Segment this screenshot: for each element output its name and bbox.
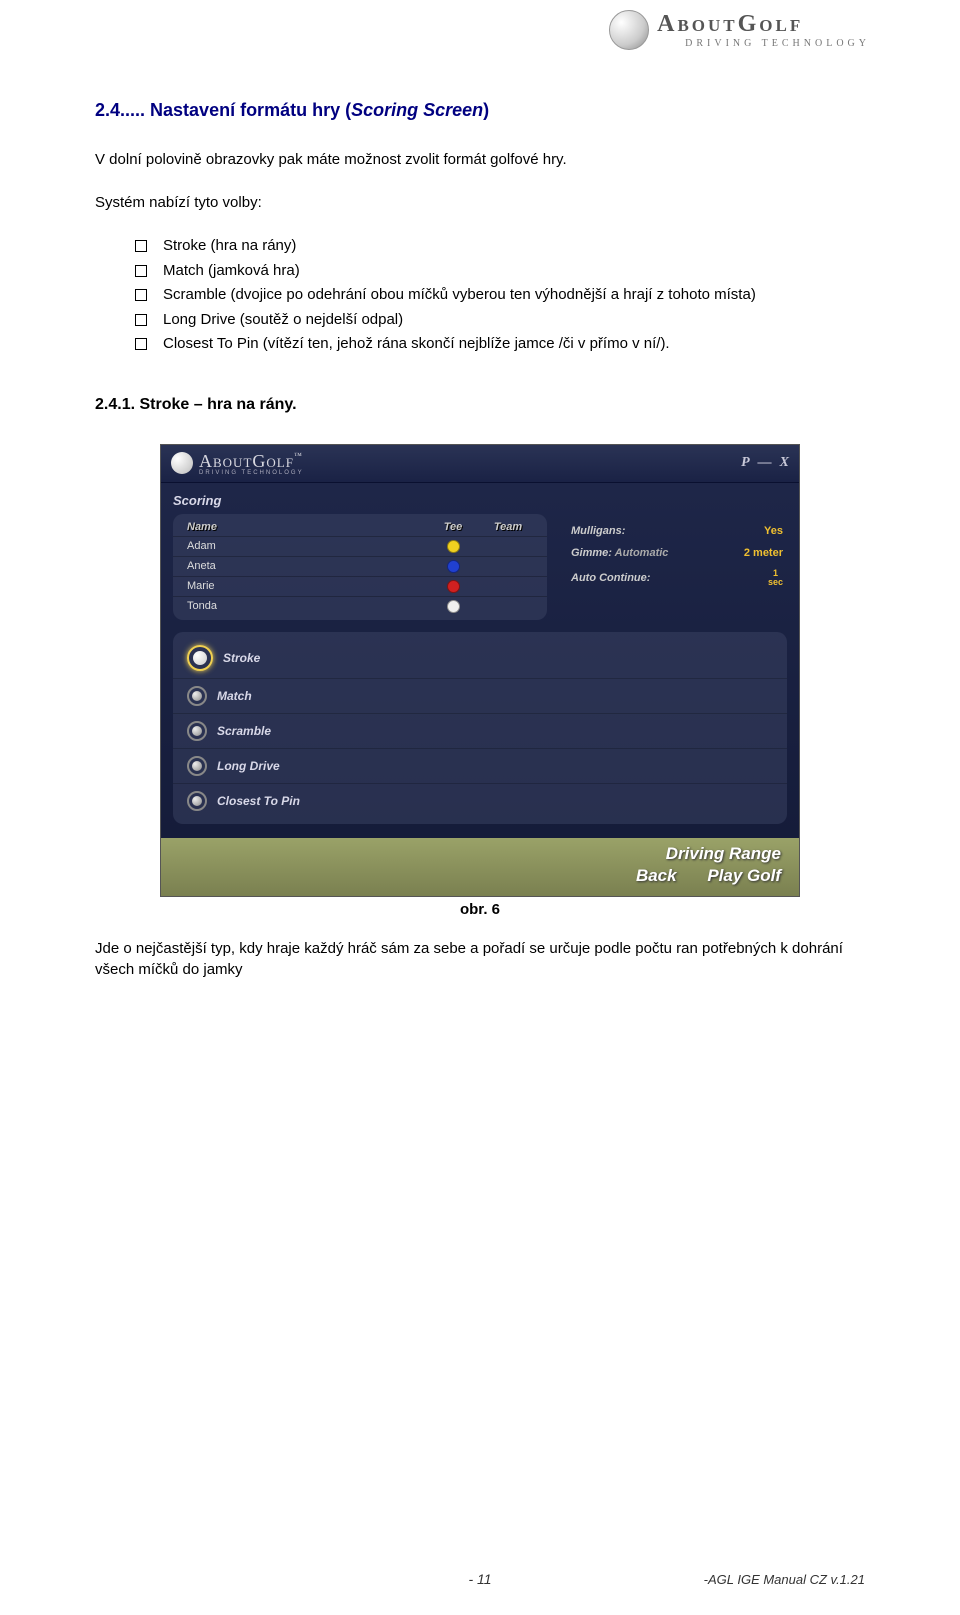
mode-long-drive[interactable]: Long Drive xyxy=(173,749,787,784)
players-panel: Name Tee Team Adam Aneta xyxy=(173,514,547,620)
setting-mulligans[interactable]: Mulligans: Yes xyxy=(567,520,787,542)
player-row[interactable]: Marie xyxy=(173,577,547,597)
close-button[interactable]: X xyxy=(780,455,789,471)
tee-color-icon xyxy=(447,580,460,593)
help-button[interactable]: P xyxy=(741,455,750,471)
radio-icon xyxy=(187,645,213,671)
radio-icon xyxy=(187,686,207,706)
play-golf-button[interactable]: Play Golf xyxy=(707,866,781,885)
game-settings-panel: Mulligans: Yes Gimme: Automatic 2 meter … xyxy=(567,514,787,620)
radio-icon xyxy=(187,756,207,776)
section-heading: 2.4..... Nastavení formátu hry (Scoring … xyxy=(95,100,865,121)
tee-color-icon xyxy=(447,560,460,573)
col-header-tee: Tee xyxy=(423,521,483,533)
radio-icon xyxy=(187,791,207,811)
mode-stroke[interactable]: Stroke xyxy=(173,638,787,679)
col-header-team: Team xyxy=(483,521,533,533)
brand-logo: AboutGolf DRIVING TECHNOLOGY xyxy=(609,10,870,50)
list-item: Match (jamková hra) xyxy=(135,260,865,283)
brand-name: AboutGolf xyxy=(657,11,870,38)
golf-ball-icon xyxy=(171,452,193,474)
setting-auto-continue[interactable]: Auto Continue: 1 sec xyxy=(567,564,787,592)
list-item: Closest To Pin (vítězí ten, jehož rána s… xyxy=(135,333,865,356)
tee-color-icon xyxy=(447,540,460,553)
list-item: Scramble (dvojice po odehrání obou míčků… xyxy=(135,284,865,307)
brand-tagline: DRIVING TECHNOLOGY xyxy=(685,38,870,49)
mode-match[interactable]: Match xyxy=(173,679,787,714)
game-modes-panel: Stroke Match Scramble Long Drive Closest… xyxy=(173,632,787,824)
setting-gimme[interactable]: Gimme: Automatic 2 meter xyxy=(567,542,787,564)
list-item: Long Drive (soutěž o nejdelší odpal) xyxy=(135,309,865,332)
list-item: Stroke (hra na rány) xyxy=(135,235,865,258)
driving-range-button[interactable]: Driving Range xyxy=(666,844,781,863)
outro-paragraph: Jde o nejčastější typ, kdy hraje každý h… xyxy=(95,938,865,980)
minimize-button[interactable]: — xyxy=(758,455,772,471)
tee-color-icon xyxy=(447,600,460,613)
mode-closest-to-pin[interactable]: Closest To Pin xyxy=(173,784,787,818)
figure-caption: obr. 6 xyxy=(95,901,865,918)
list-intro: Systém nabízí tyto volby: xyxy=(95,192,865,213)
app-titlebar: AboutGolf™ DRIVING TECHNOLOGY P — X xyxy=(161,445,799,483)
player-row[interactable]: Adam xyxy=(173,537,547,557)
col-header-name: Name xyxy=(187,521,423,533)
golf-ball-icon xyxy=(609,10,649,50)
player-row[interactable]: Tonda xyxy=(173,597,547,616)
radio-icon xyxy=(187,721,207,741)
doc-version: -AGL IGE Manual CZ v.1.21 xyxy=(704,1572,865,1587)
app-footer: Driving Range Back Play Golf xyxy=(161,838,799,896)
mode-scramble[interactable]: Scramble xyxy=(173,714,787,749)
panel-title-scoring: Scoring xyxy=(173,493,787,508)
player-row[interactable]: Aneta xyxy=(173,557,547,577)
app-logo: AboutGolf™ DRIVING TECHNOLOGY xyxy=(171,451,304,476)
subsection-heading: 2.4.1. Stroke – hra na rány. xyxy=(95,396,865,414)
app-screenshot: AboutGolf™ DRIVING TECHNOLOGY P — X Scor… xyxy=(160,444,800,897)
intro-paragraph: V dolní polovině obrazovky pak máte možn… xyxy=(95,149,865,170)
back-button[interactable]: Back xyxy=(636,866,677,885)
options-list: Stroke (hra na rány) Match (jamková hra)… xyxy=(95,235,865,356)
